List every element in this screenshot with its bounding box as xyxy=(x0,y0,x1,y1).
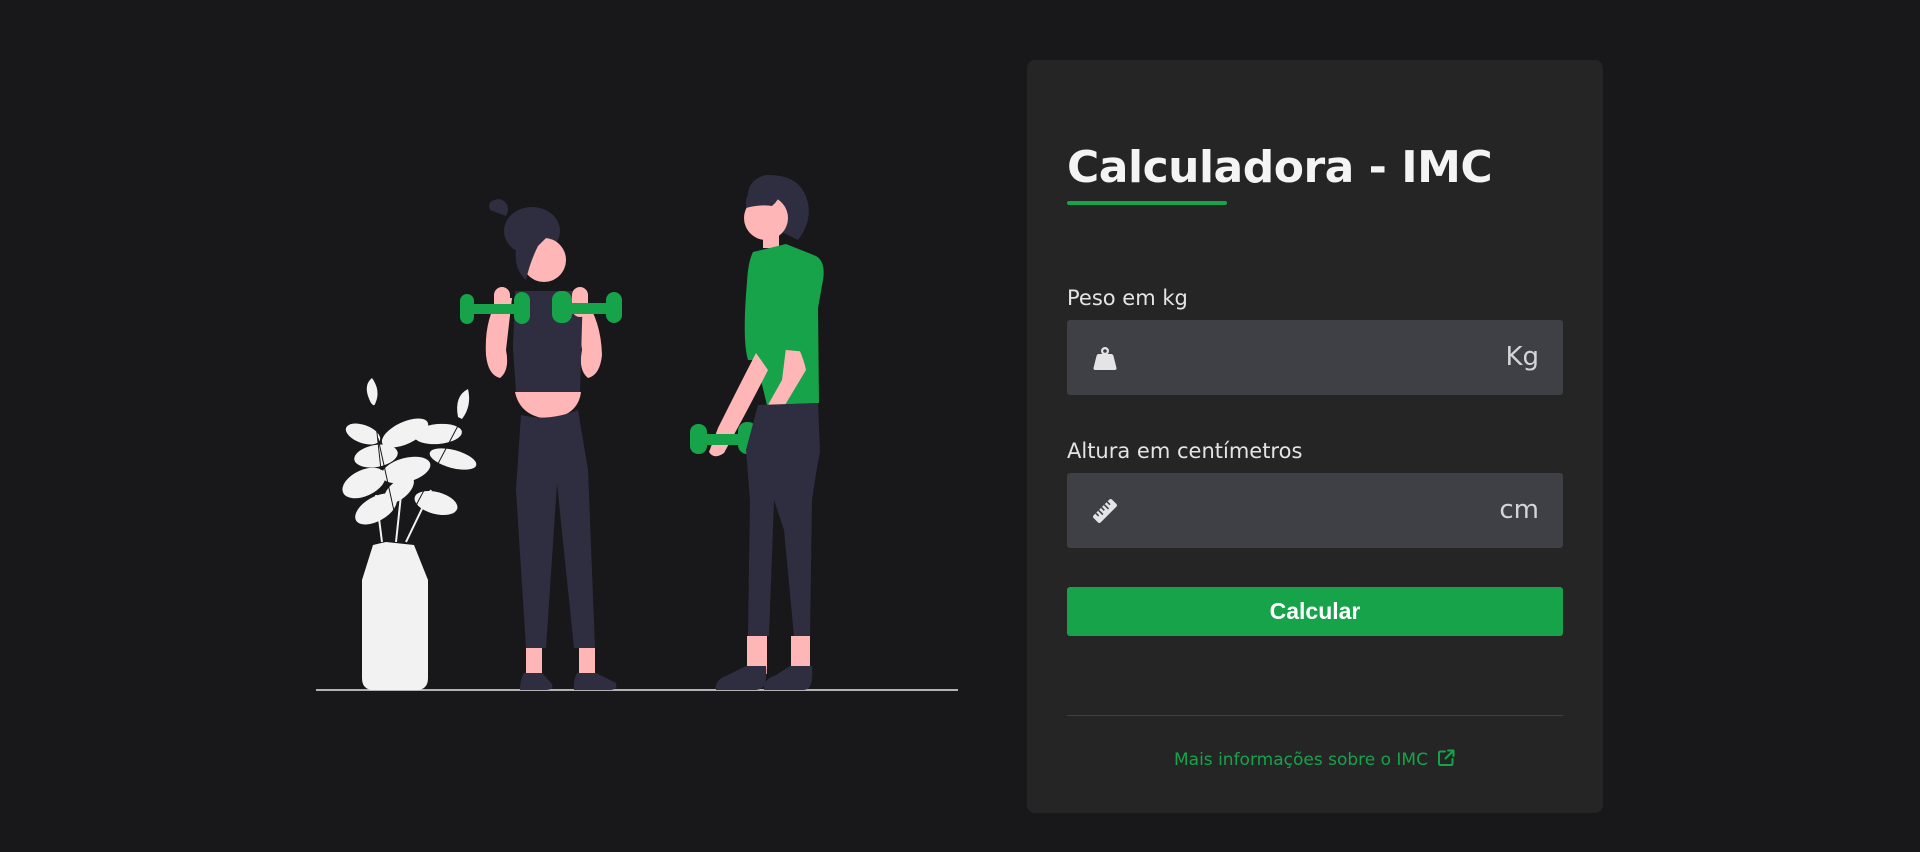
height-unit: cm xyxy=(1499,495,1539,525)
weight-icon xyxy=(1093,347,1117,370)
page: Calculadora - IMC Peso em kg Kg Altura e… xyxy=(0,0,1920,852)
more-info-link-label: Mais informações sobre o IMC xyxy=(1174,750,1428,770)
height-input[interactable] xyxy=(1131,473,1475,550)
calculate-button[interactable]: Calcular xyxy=(1067,587,1563,636)
height-label: Altura em centímetros xyxy=(1067,439,1303,463)
man-figure xyxy=(690,174,824,690)
plant-vase xyxy=(342,378,477,690)
woman-figure xyxy=(460,199,622,690)
fitness-illustration xyxy=(316,174,958,691)
height-field[interactable]: cm xyxy=(1067,473,1563,550)
title-underline xyxy=(1067,201,1227,205)
external-link-icon xyxy=(1437,749,1455,766)
page-title: Calculadora - IMC xyxy=(1067,142,1493,193)
weight-unit: Kg xyxy=(1505,342,1539,372)
divider xyxy=(1067,715,1563,716)
ruler-icon xyxy=(1093,499,1117,523)
more-info-link[interactable]: Mais informações sobre o IMC xyxy=(1027,748,1603,770)
bmi-calculator-card: Calculadora - IMC Peso em kg Kg Altura e… xyxy=(1027,60,1603,813)
weight-label: Peso em kg xyxy=(1067,286,1188,310)
weight-field[interactable]: Kg xyxy=(1067,320,1563,397)
weight-input[interactable] xyxy=(1131,320,1475,397)
